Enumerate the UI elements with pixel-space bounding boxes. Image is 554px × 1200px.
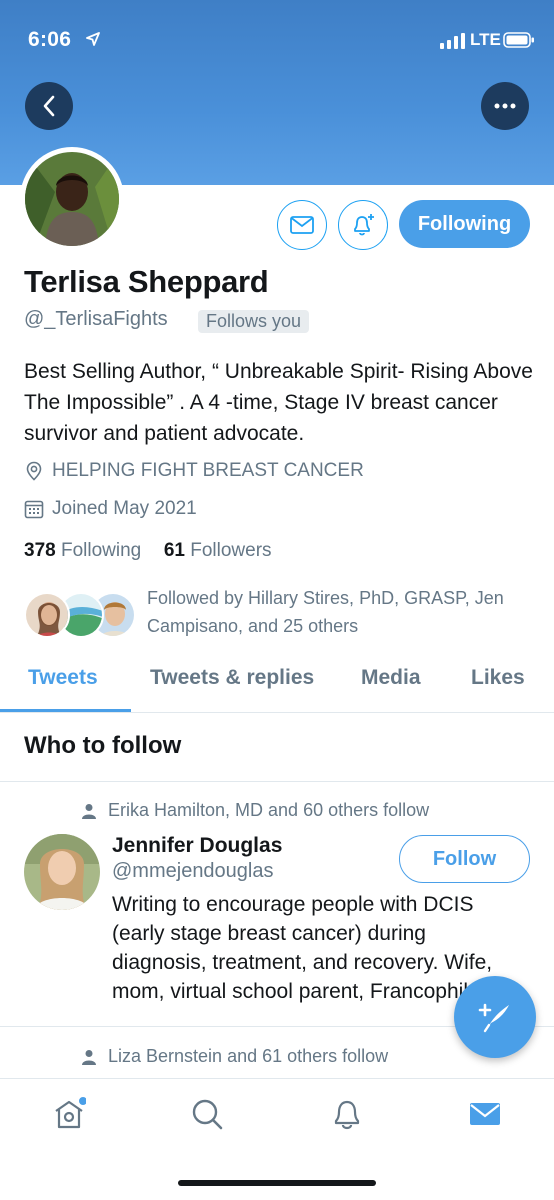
profile-avatar[interactable]: [20, 147, 124, 251]
followers-count: 61: [163, 540, 185, 561]
more-options-button[interactable]: [481, 82, 529, 130]
nav-home[interactable]: [49, 1094, 89, 1134]
tab-media[interactable]: Media: [361, 666, 421, 690]
followers-count-link[interactable]: 61 Followers: [164, 540, 272, 561]
compose-tweet-button[interactable]: [454, 976, 536, 1058]
tab-tweets-replies[interactable]: Tweets & replies: [150, 666, 314, 690]
who-to-follow-title: Who to follow: [24, 732, 182, 759]
following-count: 378: [24, 540, 56, 561]
follow-button[interactable]: Follow: [399, 835, 530, 883]
location-arrow-icon: [86, 32, 100, 46]
following-button[interactable]: Following: [399, 200, 530, 248]
nav-messages[interactable]: [465, 1094, 505, 1134]
calendar-icon: [24, 500, 44, 519]
home-icon: [55, 1097, 86, 1129]
status-time: 6:06: [28, 28, 72, 51]
chevron-left-icon: [43, 95, 55, 117]
following-label: Following: [60, 540, 142, 561]
profile-location: HELPING FIGHT BREAST CANCER: [24, 460, 364, 482]
mail-icon: [290, 216, 314, 234]
back-button[interactable]: [25, 82, 73, 130]
profile-name: Terlisa Sheppard: [24, 264, 269, 299]
avatar-photo: [25, 152, 119, 246]
location-pin-icon: [26, 461, 42, 481]
suggestion-context-text: Liza Bernstein and 61 others follow: [108, 1046, 389, 1066]
network-label: LTE: [470, 30, 501, 49]
profile-bio: Best Selling Author, “ Unbreakable Spiri…: [24, 360, 533, 445]
person-icon: [82, 803, 96, 819]
battery-icon: [503, 32, 534, 48]
bell-plus-icon: [354, 214, 374, 236]
messages-icon: [470, 1103, 500, 1125]
notify-button[interactable]: [338, 200, 388, 250]
suggestion-context: Liza Bernstein and 61 others follow: [82, 1046, 388, 1067]
followers-label: Followers: [190, 540, 272, 561]
tab-likes[interactable]: Likes: [471, 666, 525, 690]
profile-joined: Joined May 2021: [24, 498, 197, 520]
avatar: [24, 592, 70, 638]
nav-notifications[interactable]: [327, 1094, 367, 1134]
suggestion-bio: Writing to encourage people with DCIS (e…: [112, 893, 493, 1003]
follows-you-badge: Follows you: [198, 310, 310, 333]
suggestion-handle[interactable]: @mmejendouglas: [112, 860, 274, 883]
compose-feather-icon: [478, 1003, 509, 1033]
followed-by-avatars[interactable]: [24, 590, 136, 640]
follow-counts: 378 Following 61 Followers: [24, 540, 272, 562]
signal-icon: [440, 33, 465, 49]
search-icon: [192, 1099, 223, 1130]
notifications-icon: [334, 1100, 360, 1130]
suggestion-avatar[interactable]: [24, 834, 100, 910]
suggestion-name[interactable]: Jennifer Douglas: [112, 834, 282, 858]
following-count-link[interactable]: 378 Following: [24, 540, 141, 561]
followed-by-text[interactable]: Followed by Hillary Stires, PhD, GRASP, …: [147, 584, 527, 640]
joined-text: Joined May 2021: [52, 498, 197, 519]
location-text: HELPING FIGHT BREAST CANCER: [52, 460, 364, 481]
tabs-divider: [0, 712, 554, 713]
message-button[interactable]: [277, 200, 327, 250]
tab-tweets[interactable]: Tweets: [28, 666, 98, 690]
suggestion-context: Erika Hamilton, MD and 60 others follow: [82, 800, 429, 821]
nav-search[interactable]: [187, 1094, 227, 1134]
section-divider: [0, 781, 554, 782]
profile-handle: @_TerlisaFights: [24, 308, 168, 330]
more-icon: [494, 103, 516, 109]
person-icon: [82, 1049, 96, 1065]
home-indicator: [178, 1180, 376, 1186]
suggestion-context-text: Erika Hamilton, MD and 60 others follow: [108, 800, 430, 820]
